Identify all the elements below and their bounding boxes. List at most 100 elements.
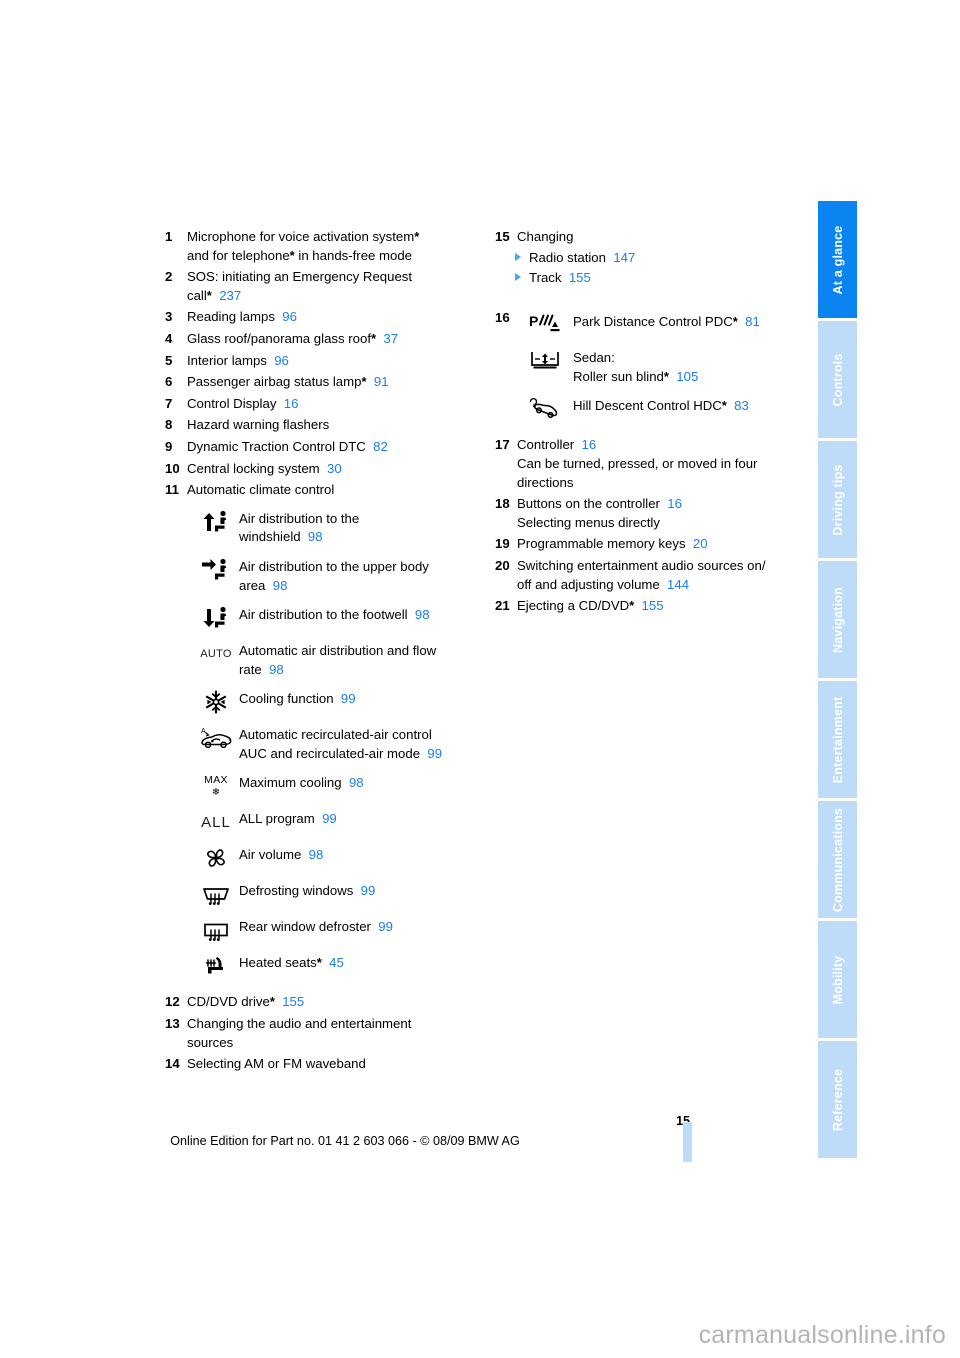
page-reference[interactable]: 91	[367, 374, 389, 389]
label-line1: Automatic air distribution and flow	[239, 643, 437, 659]
page-reference[interactable]: 99	[371, 919, 393, 934]
page-reference[interactable]: 16	[660, 496, 682, 511]
page-reference[interactable]: 98	[301, 847, 324, 862]
item-line1: SOS: initiating an Emergency Request	[187, 269, 413, 285]
page-reference[interactable]: 155	[561, 270, 591, 285]
item-line2: Can be turned, pressed, or moved in four	[517, 455, 758, 471]
all-glyph-label: ALL	[201, 813, 231, 831]
max-cooling-icon: MAX ❄	[193, 772, 239, 799]
item-number: 2	[165, 269, 173, 285]
legend-item-3: 3 Reading lamps 96	[165, 308, 465, 327]
pdc-park-distance-icon: P	[517, 311, 573, 338]
subitem-label: Radio station	[529, 249, 606, 265]
page-reference[interactable]: 144	[660, 577, 689, 592]
climate-row-label: Automatic recirculated-air control AUC an…	[239, 724, 465, 763]
rear-window-defroster-icon	[193, 916, 239, 943]
item-line2-pre: and for telephone	[187, 247, 290, 263]
item-text: Interior lamps 96	[187, 352, 465, 371]
roller-sun-blind-icon	[517, 347, 573, 374]
page-reference[interactable]: 99	[420, 746, 442, 761]
tab-reference[interactable]: Reference	[818, 1041, 857, 1158]
page-reference[interactable]: 99	[334, 691, 356, 706]
page-reference[interactable]: 98	[301, 529, 323, 544]
page-reference[interactable]: 37	[376, 331, 398, 346]
page-reference[interactable]: 105	[669, 369, 698, 384]
page-reference[interactable]: 147	[606, 250, 635, 265]
climate-row-label: Cooling function 99	[239, 688, 465, 709]
page-reference[interactable]: 20	[686, 536, 708, 551]
label-line1: Heated seats	[239, 955, 317, 971]
climate-row-max-cooling: MAX ❄ Maximum cooling 98	[193, 772, 465, 799]
legend-item-10: 10 Central locking system 30	[165, 460, 465, 479]
item-text: Controller 16 Can be turned, pressed, or m…	[517, 436, 805, 492]
item-number: 7	[165, 395, 173, 411]
item-line1: Interior lamps	[187, 352, 267, 368]
label-line1: Rear window defroster	[239, 919, 371, 935]
tab-navigation[interactable]: Navigation	[818, 561, 857, 678]
subitem-label: Track	[529, 269, 562, 285]
tab-controls[interactable]: Controls	[818, 321, 857, 438]
item-line1: Changing the audio and entertainment	[187, 1016, 412, 1032]
item-line1: CD/DVD drive	[187, 994, 270, 1010]
page-reference[interactable]: 98	[262, 662, 284, 677]
tab-communications[interactable]: Communications	[818, 801, 857, 918]
page-reference[interactable]: 98	[265, 578, 288, 593]
page-reference[interactable]: 81	[738, 314, 760, 329]
climate-row-footwell: Air distribution to the footwell 98	[193, 604, 465, 631]
max-glyph-wrapper: MAX ❄	[204, 775, 228, 798]
tab-mobility[interactable]: Mobility	[818, 921, 857, 1038]
small-snowflake-icon: ❄	[211, 786, 221, 798]
page-reference[interactable]: 98	[408, 607, 430, 622]
tab-at-a-glance[interactable]: At a glance	[818, 201, 857, 318]
page-reference[interactable]: 30	[320, 461, 342, 476]
page-reference[interactable]: 16	[276, 396, 299, 411]
page-number: 15	[676, 1114, 690, 1128]
page-reference[interactable]: 96	[267, 353, 289, 368]
item-line3: directions	[517, 474, 574, 490]
climate-row-label: Rear window defroster 99	[239, 916, 465, 937]
legend-item-19: 19 Programmable memory keys 20	[495, 535, 805, 554]
climate-row-label: Heated seats* 45	[239, 952, 465, 973]
label-line2: windshield	[239, 529, 301, 545]
fan-air-volume-icon	[193, 844, 239, 871]
label-line1: Park Distance Control PDC	[573, 314, 733, 330]
climate-row-heated-seats: Heated seats* 45	[193, 952, 465, 979]
page-reference[interactable]: 82	[366, 439, 388, 454]
legend-item-4: 4 Glass roof/panorama glass roof* 37	[165, 330, 465, 349]
page-reference[interactable]: 96	[275, 309, 297, 324]
item-text: Reading lamps 96	[187, 308, 465, 327]
climate-row-label: Air distribution to the upper body area 98	[239, 556, 465, 595]
item-number: 1	[165, 229, 173, 244]
page-reference[interactable]: 99	[353, 883, 376, 898]
label-line1: Cooling function	[239, 691, 334, 707]
page-reference[interactable]: 16	[574, 437, 597, 452]
item-number: 6	[165, 374, 173, 390]
item-line1: Central locking system	[187, 460, 320, 476]
item-text: Central locking system 30	[187, 460, 465, 479]
item-text: Passenger airbag status lamp* 91	[187, 373, 465, 392]
tab-entertainment[interactable]: Entertainment	[818, 681, 857, 798]
page-reference[interactable]: 99	[315, 811, 337, 826]
page-reference[interactable]: 45	[322, 955, 344, 970]
page-reference[interactable]: 98	[342, 775, 364, 790]
climate-row-label: Maximum cooling 98	[239, 772, 465, 793]
legend-item-6: 6 Passenger airbag status lamp* 91	[165, 373, 465, 392]
item-number: 11	[165, 482, 179, 498]
item16-icon-list: P Park Distance Control PDC* 81 Sedan: R…	[517, 311, 805, 422]
climate-row-rear-defroster: Rear window defroster 99	[193, 916, 465, 943]
max-glyph-label: MAX	[204, 774, 228, 787]
tab-driving-tips[interactable]: Driving tips	[818, 441, 857, 558]
air-distribution-upper-body-icon	[193, 556, 239, 583]
item-line1: Controller	[517, 437, 575, 453]
item-text: Buttons on the controller 16 Selecting men…	[517, 495, 805, 532]
page-reference[interactable]: 237	[212, 288, 241, 303]
climate-row-all-program: ALL ALL program 99	[193, 808, 465, 835]
page-reference[interactable]: 155	[275, 994, 304, 1009]
item16-row-hdc: Hill Descent Control HDC* 83	[517, 395, 805, 422]
subitem-track: Track 155	[515, 268, 805, 287]
page-reference[interactable]: 83	[727, 398, 749, 413]
tab-label: Navigation	[830, 586, 845, 653]
item16-row-pdc: P Park Distance Control PDC* 81	[517, 311, 805, 338]
option-star: *	[414, 229, 420, 244]
page-reference[interactable]: 155	[634, 598, 664, 613]
